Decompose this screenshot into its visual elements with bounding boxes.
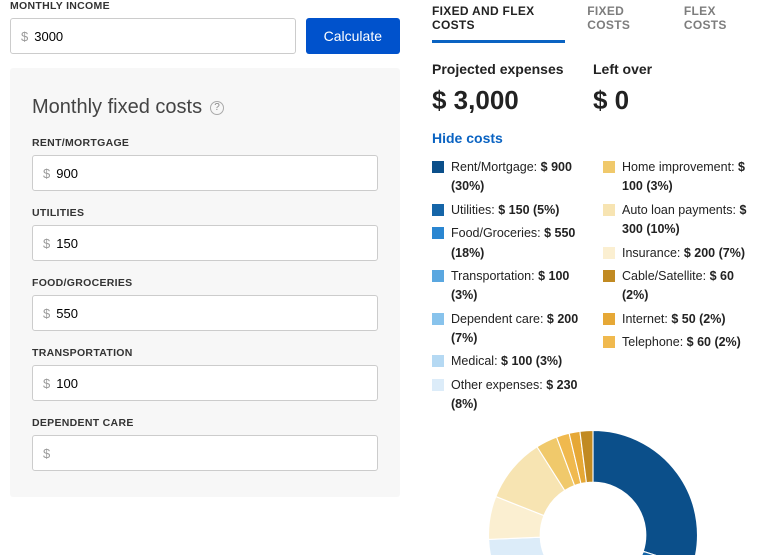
donut-chart-wrap xyxy=(432,425,754,555)
cost-input[interactable] xyxy=(56,376,367,391)
legend-text: Transportation: $ 100 (3%) xyxy=(451,267,583,306)
legend-swatch xyxy=(432,270,444,282)
panel-title: Monthly fixed costs ? xyxy=(32,96,378,119)
income-field[interactable]: $ xyxy=(10,18,296,54)
legend-item: Transportation: $ 100 (3%) xyxy=(432,267,583,306)
cost-field[interactable]: $ xyxy=(32,155,378,191)
currency-prefix: $ xyxy=(43,306,50,321)
cost-label: DEPENDENT CARE xyxy=(32,417,378,429)
fixed-costs-panel: Monthly fixed costs ? RENT/MORTGAGE$UTIL… xyxy=(10,68,400,497)
hide-costs-link[interactable]: Hide costs xyxy=(432,130,503,146)
cost-input[interactable] xyxy=(56,446,367,461)
legend-text: Food/Groceries: $ 550 (18%) xyxy=(451,224,583,263)
legend-item: Rent/Mortgage: $ 900 (30%) xyxy=(432,158,583,197)
donut-slice xyxy=(593,430,698,555)
legend-item: Home improvement: $ 100 (3%) xyxy=(603,158,754,197)
income-row: MONTHLY INCOME $ Calculate xyxy=(10,0,400,54)
tab-fixed[interactable]: FIXED COSTS xyxy=(587,0,662,43)
income-label: MONTHLY INCOME xyxy=(10,0,296,12)
legend-text: Auto loan payments: $ 300 (10%) xyxy=(622,201,754,240)
donut-slice xyxy=(489,537,548,555)
legend-swatch xyxy=(603,247,615,259)
legend-item: Auto loan payments: $ 300 (10%) xyxy=(603,201,754,240)
currency-prefix: $ xyxy=(43,376,50,391)
legend-text: Other expenses: $ 230 (8%) xyxy=(451,376,583,415)
legend-text: Insurance: $ 200 (7%) xyxy=(622,244,745,263)
legend-text: Cable/Satellite: $ 60 (2%) xyxy=(622,267,754,306)
legend-swatch xyxy=(603,270,615,282)
legend-item: Insurance: $ 200 (7%) xyxy=(603,244,754,263)
cost-field[interactable]: $ xyxy=(32,435,378,471)
cost-label: TRANSPORTATION xyxy=(32,347,378,359)
legend-swatch xyxy=(603,161,615,173)
legend-swatch xyxy=(603,313,615,325)
legend-item: Dependent care: $ 200 (7%) xyxy=(432,310,583,349)
cost-field[interactable]: $ xyxy=(32,365,378,401)
legend-swatch xyxy=(432,355,444,367)
legend-item: Telephone: $ 60 (2%) xyxy=(603,333,754,352)
projected-expenses-value: $ 3,000 xyxy=(432,85,593,116)
legend-swatch xyxy=(432,379,444,391)
legend-text: Telephone: $ 60 (2%) xyxy=(622,333,741,352)
panel-title-text: Monthly fixed costs xyxy=(32,96,202,119)
cost-field[interactable]: $ xyxy=(32,295,378,331)
legend-swatch xyxy=(432,204,444,216)
legend-swatch xyxy=(603,336,615,348)
legend-item: Internet: $ 50 (2%) xyxy=(603,310,754,329)
tab-flex[interactable]: FLEX COSTS xyxy=(684,0,754,43)
cost-input[interactable] xyxy=(56,306,367,321)
right-panel: FIXED AND FLEX COSTS FIXED COSTS FLEX CO… xyxy=(410,0,768,555)
totals-row: Projected expenses $ 3,000 Left over $ 0 xyxy=(432,61,754,116)
cost-row: TRANSPORTATION $ xyxy=(32,347,378,401)
cost-row: FOOD/GROCERIES $ xyxy=(32,277,378,331)
legend-item: Other expenses: $ 230 (8%) xyxy=(432,376,583,415)
projected-expenses-label: Projected expenses xyxy=(432,61,593,77)
legend-item: Cable/Satellite: $ 60 (2%) xyxy=(603,267,754,306)
legend-text: Medical: $ 100 (3%) xyxy=(451,352,562,371)
cost-row: RENT/MORTGAGE $ xyxy=(32,137,378,191)
income-input[interactable] xyxy=(34,29,284,44)
legend-swatch xyxy=(432,161,444,173)
tabs: FIXED AND FLEX COSTS FIXED COSTS FLEX CO… xyxy=(432,0,754,43)
cost-input[interactable] xyxy=(56,236,367,251)
left-panel: MONTHLY INCOME $ Calculate Monthly fixed… xyxy=(0,0,410,555)
cost-row: DEPENDENT CARE $ xyxy=(32,417,378,471)
donut-chart xyxy=(483,425,703,555)
help-icon[interactable]: ? xyxy=(210,101,224,115)
legend-swatch xyxy=(603,204,615,216)
legend-text: Dependent care: $ 200 (7%) xyxy=(451,310,583,349)
currency-prefix: $ xyxy=(43,166,50,181)
legend-item: Utilities: $ 150 (5%) xyxy=(432,201,583,220)
cost-input[interactable] xyxy=(56,166,367,181)
left-over-value: $ 0 xyxy=(593,85,754,116)
legend-swatch xyxy=(432,313,444,325)
legend-text: Utilities: $ 150 (5%) xyxy=(451,201,559,220)
cost-label: FOOD/GROCERIES xyxy=(32,277,378,289)
legend-text: Rent/Mortgage: $ 900 (30%) xyxy=(451,158,583,197)
cost-row: UTILITIES $ xyxy=(32,207,378,261)
legend-swatch xyxy=(432,227,444,239)
legend-text: Internet: $ 50 (2%) xyxy=(622,310,726,329)
legend-text: Home improvement: $ 100 (3%) xyxy=(622,158,754,197)
currency-prefix: $ xyxy=(43,236,50,251)
currency-prefix: $ xyxy=(43,446,50,461)
legend: Rent/Mortgage: $ 900 (30%) Utilities: $ 1… xyxy=(432,158,754,419)
cost-label: UTILITIES xyxy=(32,207,378,219)
legend-item: Medical: $ 100 (3%) xyxy=(432,352,583,371)
cost-label: RENT/MORTGAGE xyxy=(32,137,378,149)
left-over-label: Left over xyxy=(593,61,754,77)
legend-item: Food/Groceries: $ 550 (18%) xyxy=(432,224,583,263)
currency-prefix: $ xyxy=(21,29,28,44)
tab-fixed-and-flex[interactable]: FIXED AND FLEX COSTS xyxy=(432,0,565,43)
calculate-button[interactable]: Calculate xyxy=(306,18,400,54)
cost-field[interactable]: $ xyxy=(32,225,378,261)
